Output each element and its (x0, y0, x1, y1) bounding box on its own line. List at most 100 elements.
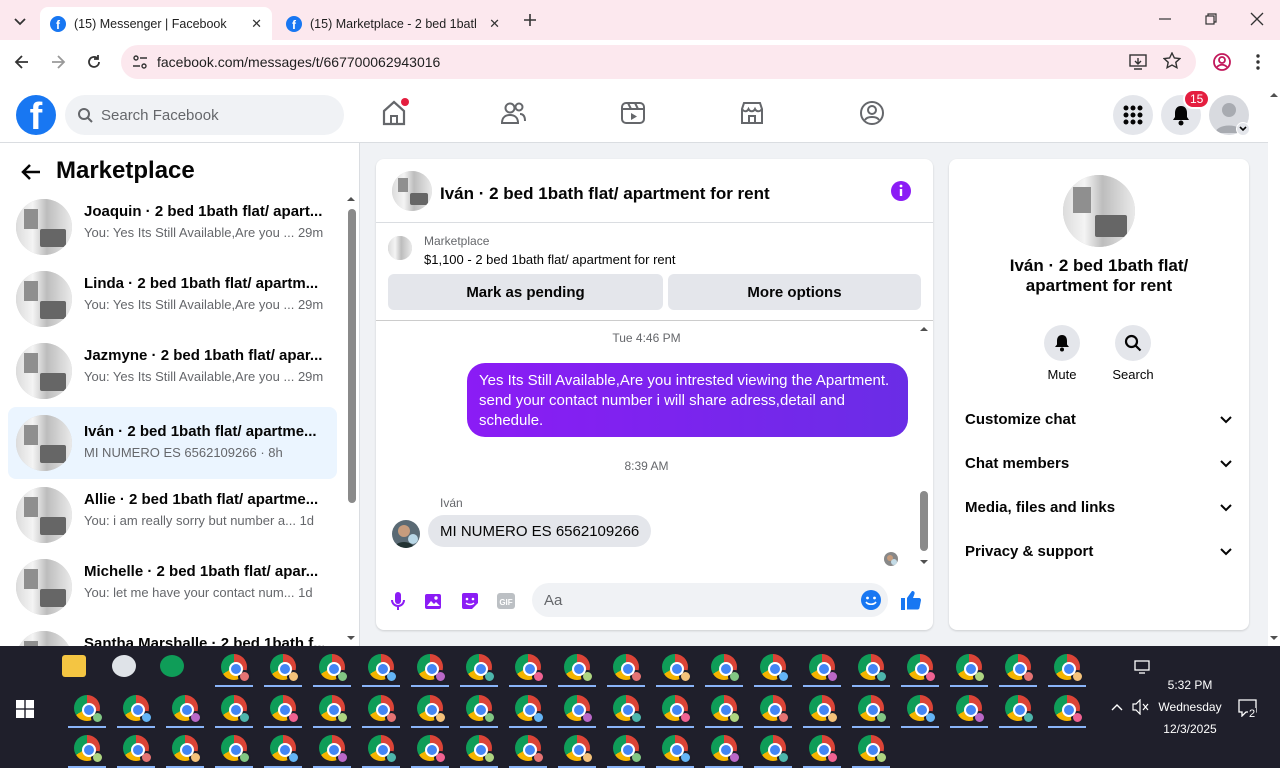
incoming-message[interactable]: MI NUMERO ES 6562109266 (428, 515, 652, 547)
mute-button[interactable]: Mute (1032, 325, 1092, 382)
chrome-taskbar-icon[interactable] (319, 695, 349, 724)
page-scrollbar[interactable] (1268, 85, 1280, 646)
listing-text[interactable]: $1,100 - 2 bed 1bath flat/ apartment for… (424, 252, 676, 267)
menu-grid-button[interactable] (1113, 95, 1153, 135)
conversation-item[interactable]: Santha Marshalle · 2 bed 1bath f... (8, 627, 337, 646)
chrome-taskbar-icon[interactable] (515, 654, 545, 683)
account-chevron-icon[interactable] (1236, 122, 1250, 136)
privacy-support-item[interactable]: Privacy & support (965, 543, 1233, 560)
mark-as-pending-button[interactable]: Mark as pending (388, 274, 663, 310)
messages-scrollbar[interactable] (917, 323, 931, 567)
clock-date[interactable]: 12/3/2025 (1154, 722, 1226, 736)
chrome-taskbar-icon[interactable] (564, 695, 594, 724)
facebook-logo-icon[interactable]: f (16, 95, 56, 135)
chrome-taskbar-icon[interactable] (907, 695, 937, 724)
video-icon[interactable] (620, 99, 646, 127)
conversation-item[interactable]: Michelle · 2 bed 1bath flat/ apar... You… (8, 555, 337, 619)
chrome-taskbar-icon[interactable] (662, 695, 692, 724)
close-tab-icon[interactable]: ✕ (251, 16, 262, 32)
close-window-icon[interactable] (1248, 10, 1266, 28)
chrome-taskbar-icon[interactable] (221, 735, 251, 764)
back-icon[interactable] (12, 52, 32, 72)
chrome-taskbar-icon[interactable] (515, 695, 545, 724)
chrome-taskbar-icon[interactable] (760, 735, 790, 764)
sticker-icon[interactable] (460, 591, 480, 611)
chrome-taskbar-icon[interactable] (956, 695, 986, 724)
profile-icon[interactable] (1212, 52, 1232, 72)
chrome-taskbar-icon[interactable] (466, 735, 496, 764)
address-bar[interactable]: facebook.com/messages/t/667700062943016 (121, 45, 1196, 79)
chrome-taskbar-icon[interactable] (74, 735, 104, 764)
chrome-taskbar-icon[interactable] (662, 654, 692, 683)
minimize-icon[interactable] (1156, 10, 1174, 28)
paint-app-icon[interactable] (112, 655, 136, 677)
chrome-taskbar-icon[interactable] (809, 654, 839, 683)
chrome-taskbar-icon[interactable] (1054, 695, 1084, 724)
chrome-taskbar-icon[interactable] (270, 654, 300, 683)
chrome-taskbar-icon[interactable] (319, 654, 349, 683)
more-options-button[interactable]: More options (668, 274, 921, 310)
chrome-taskbar-icon[interactable] (809, 735, 839, 764)
chrome-taskbar-icon[interactable] (466, 695, 496, 724)
chrome-taskbar-icon[interactable] (123, 695, 153, 724)
chrome-taskbar-icon[interactable] (417, 695, 447, 724)
chrome-taskbar-icon[interactable] (270, 695, 300, 724)
chrome-taskbar-icon[interactable] (1005, 695, 1035, 724)
chrome-taskbar-icon[interactable] (662, 735, 692, 764)
forward-icon[interactable] (48, 52, 68, 72)
chrome-taskbar-icon[interactable] (172, 735, 202, 764)
windows-start-icon[interactable] (16, 700, 34, 718)
chrome-taskbar-icon[interactable] (858, 654, 888, 683)
network-icon[interactable] (1134, 660, 1150, 674)
customize-chat-item[interactable]: Customize chat (965, 411, 1233, 428)
chrome-taskbar-icon[interactable] (564, 735, 594, 764)
conversation-title[interactable]: Iván · 2 bed 1bath flat/ apartment for r… (440, 184, 770, 204)
chrome-taskbar-icon[interactable] (858, 735, 888, 764)
conversation-item[interactable]: Jazmyne · 2 bed 1bath flat/ apar... You:… (8, 339, 337, 403)
listing-thumbnail[interactable] (388, 236, 412, 260)
chrome-taskbar-icon[interactable] (760, 654, 790, 683)
chrome-taskbar-icon[interactable] (1005, 654, 1035, 683)
search-input[interactable]: Search Facebook (65, 95, 344, 135)
microphone-icon[interactable] (390, 591, 406, 611)
chrome-profile-h-icon[interactable] (160, 655, 184, 677)
volume-muted-icon[interactable] (1132, 699, 1150, 715)
bookmark-star-icon[interactable] (1163, 52, 1181, 70)
chrome-taskbar-icon[interactable] (956, 654, 986, 683)
chrome-taskbar-icon[interactable] (319, 735, 349, 764)
reload-icon[interactable] (84, 52, 104, 72)
media-files-links-item[interactable]: Media, files and links (965, 499, 1233, 516)
gaming-icon[interactable] (859, 99, 885, 127)
like-thumbs-up-icon[interactable] (900, 589, 922, 611)
chrome-taskbar-icon[interactable] (417, 735, 447, 764)
chrome-taskbar-icon[interactable] (711, 654, 741, 683)
tab-search-icon[interactable] (10, 11, 30, 31)
chrome-taskbar-icon[interactable] (466, 654, 496, 683)
friends-icon[interactable] (500, 99, 526, 127)
back-arrow-icon[interactable] (20, 161, 42, 183)
tray-chevron-up-icon[interactable] (1110, 700, 1124, 714)
outgoing-message[interactable]: Yes Its Still Available,Are you intreste… (467, 363, 908, 437)
chrome-taskbar-icon[interactable] (368, 654, 398, 683)
tab-messenger[interactable]: f (15) Messenger | Facebook ✕ (40, 7, 272, 40)
conversation-item-active[interactable]: Iván · 2 bed 1bath flat/ apartme... MI N… (8, 407, 337, 479)
chrome-taskbar-icon[interactable] (711, 735, 741, 764)
chrome-taskbar-icon[interactable] (760, 695, 790, 724)
conversation-avatar[interactable] (392, 171, 432, 211)
install-app-icon[interactable] (1129, 53, 1147, 71)
info-icon[interactable] (890, 180, 912, 202)
chrome-taskbar-icon[interactable] (809, 695, 839, 724)
close-tab-icon[interactable]: ✕ (489, 16, 500, 32)
chrome-taskbar-icon[interactable] (221, 695, 251, 724)
chrome-taskbar-icon[interactable] (221, 654, 251, 683)
chat-list-scrollbar[interactable] (344, 193, 358, 643)
emoji-icon[interactable] (860, 589, 882, 611)
chrome-taskbar-icon[interactable] (515, 735, 545, 764)
chrome-taskbar-icon[interactable] (613, 654, 643, 683)
message-input[interactable]: Aa (532, 583, 888, 617)
chrome-taskbar-icon[interactable] (613, 735, 643, 764)
chrome-taskbar-icon[interactable] (564, 654, 594, 683)
chrome-taskbar-icon[interactable] (270, 735, 300, 764)
sender-avatar[interactable] (392, 520, 420, 548)
restore-icon[interactable] (1202, 10, 1220, 28)
